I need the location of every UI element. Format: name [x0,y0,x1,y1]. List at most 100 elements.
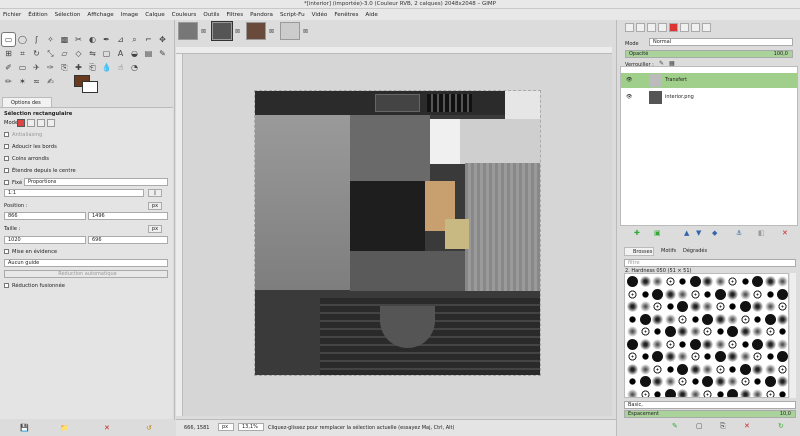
close-icon[interactable]: ⊠ [234,28,241,35]
brush-thumbnail[interactable] [739,326,751,337]
foreground-select-tool-icon[interactable]: ◐ [86,33,99,46]
ellipse-select-tool-icon[interactable]: ◯ [16,33,29,46]
fixed-mode-select[interactable]: Proportions [24,178,168,186]
brush-thumbnail[interactable] [777,301,788,312]
brush-thumbnail[interactable] [652,313,663,325]
brush-thumbnail[interactable] [664,388,676,397]
portrait-button[interactable]: ▯ [148,189,162,197]
brush-thumbnail[interactable] [652,288,663,300]
brush-thumbnail[interactable] [764,388,776,397]
shrink-merged-checkbox[interactable] [4,283,9,288]
brush-thumbnail[interactable] [714,351,726,362]
brush-thumbnail[interactable] [752,388,763,397]
brush-thumbnail[interactable] [677,338,688,350]
airbrush-tool-icon[interactable]: ✈ [30,61,43,74]
brush-thumbnail[interactable] [739,313,751,325]
brushes-dock-tab-icon[interactable] [691,23,700,32]
brush-thumbnail[interactable] [652,376,663,387]
brush-thumbnail[interactable] [727,351,738,362]
brush-spacing-slider[interactable]: Espacement 10,0 [624,410,796,418]
brush-thumbnail[interactable] [739,276,751,287]
brush-thumbnail[interactable] [677,276,688,287]
brush-thumbnail[interactable] [689,301,701,312]
brush-thumbnail[interactable] [639,351,651,362]
expand-center-checkbox[interactable] [4,168,9,173]
brush-thumbnail[interactable] [777,288,788,300]
tab-brushes[interactable]: Brosses [624,247,654,256]
brush-thumbnail[interactable] [752,376,763,387]
info-tab-icon[interactable] [702,23,711,32]
align-tool-icon[interactable]: ⊞ [2,47,15,60]
brush-thumbnail[interactable] [689,288,701,300]
highlight-checkbox[interactable] [4,249,9,254]
brush-dynamics-icon[interactable]: ✏ [2,75,15,88]
brush-thumbnail[interactable] [652,338,663,350]
clone-tool-icon[interactable]: ⎘ [58,61,71,74]
brush-thumbnail[interactable] [664,326,676,337]
brush-thumbnail[interactable] [727,363,738,375]
mode-intersect-button[interactable] [47,119,55,127]
brush-thumbnail[interactable] [627,351,638,362]
brush-thumbnail[interactable] [752,288,763,300]
brush-thumbnail[interactable] [764,313,776,325]
auto-shrink-button[interactable]: Réduction automatique [4,270,168,278]
close-icon[interactable]: ⊠ [200,28,207,35]
brush-thumbnail[interactable] [664,376,676,387]
brush-thumbnail[interactable] [714,313,726,325]
brush-thumbnail[interactable] [739,376,751,387]
feather-option[interactable]: Adoucir les bords [4,144,57,150]
blend-tool-icon[interactable]: ▤ [142,47,155,60]
colormap-tab-icon[interactable] [658,23,667,32]
brush-thumbnail[interactable] [777,351,788,362]
brush-thumbnail[interactable] [727,313,738,325]
image-tab-1[interactable] [178,22,198,40]
position-unit-select[interactable]: px [148,202,162,210]
menu-video[interactable]: Vidéo [312,12,328,18]
brush-thumbnail[interactable] [664,301,676,312]
anchor-layer-icon[interactable]: ⚓ [736,229,742,237]
brush-thumbnail[interactable] [764,376,776,387]
fixed-checkbox[interactable] [4,180,9,185]
size-h-input[interactable]: 696 [88,236,168,244]
brush-thumbnail[interactable] [739,338,751,350]
brush-thumbnail[interactable] [652,326,663,337]
brush-thumbnail[interactable] [752,326,763,337]
pencil-tool-icon[interactable]: ✎ [156,47,169,60]
brush-thumbnail[interactable] [689,326,701,337]
menu-calque[interactable]: Calque [145,12,164,18]
flip-tool-icon[interactable]: ⇋ [86,47,99,60]
rotate-tool-icon[interactable]: ↻ [30,47,43,60]
scale-tool-icon[interactable]: ⤡ [44,47,57,60]
brush-thumbnail[interactable] [777,338,788,350]
brush-thumbnail[interactable] [664,338,676,350]
brush-thumbnail[interactable] [764,301,776,312]
brush-thumbnail[interactable] [639,363,651,375]
brush-thumbnail[interactable] [639,301,651,312]
menu-outils[interactable]: Outils [203,12,219,18]
perspective-clone-tool-icon[interactable]: ⎗ [86,61,99,74]
brush-thumbnail[interactable] [664,276,676,287]
histogram-tab-icon[interactable] [680,23,689,32]
eye-icon[interactable]: 👁 [626,73,632,88]
delete-layer-icon[interactable]: ✕ [782,229,788,237]
heal-tool-icon[interactable]: ✚ [72,61,85,74]
menu-couleurs[interactable]: Couleurs [172,12,197,18]
close-icon[interactable]: ⊠ [268,28,275,35]
brush-thumbnail[interactable] [664,313,676,325]
brush-thumbnail[interactable] [727,276,738,287]
background-color-swatch[interactable] [82,81,98,93]
dodge-burn-tool-icon[interactable]: ◔ [128,61,141,74]
image-tab-4[interactable] [280,22,300,40]
shear-tool-icon[interactable]: ▱ [58,47,71,60]
brush-thumbnail[interactable] [689,276,701,287]
brush-thumbnail[interactable] [777,326,788,337]
brush-thumbnail[interactable] [764,363,776,375]
brush-thumbnail[interactable] [777,388,788,397]
brush-thumbnail[interactable] [727,388,738,397]
channels-tab-icon[interactable] [636,23,645,32]
save-options-icon[interactable]: 💾 [20,424,29,432]
brush-thumbnail[interactable] [664,351,676,362]
brush-thumbnail[interactable] [764,351,776,362]
image-tab-2[interactable] [211,21,233,41]
brush-thumbnail[interactable] [627,363,638,375]
